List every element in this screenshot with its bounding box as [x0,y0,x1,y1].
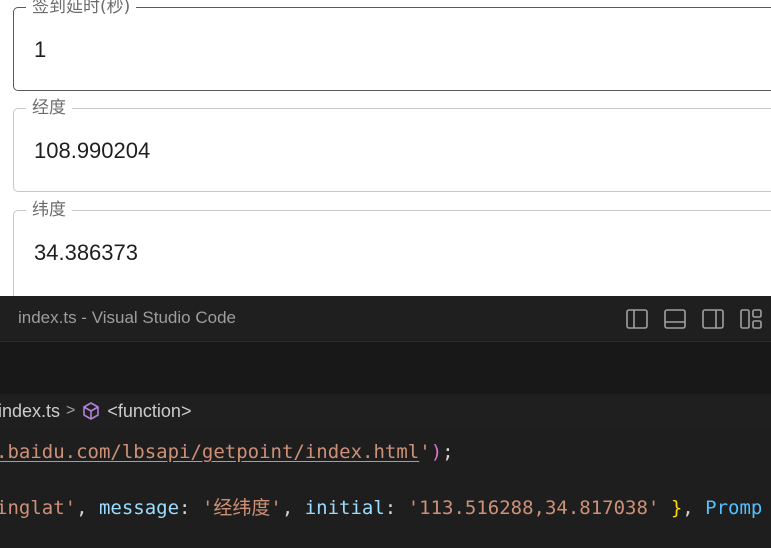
code-line: inglat', message: '经纬度', initial: '113.5… [0,494,762,522]
longitude-value[interactable]: 108.990204 [34,138,150,164]
code-token-colon: : [384,497,408,519]
latitude-field[interactable]: 纬度 34.386373 [13,200,771,296]
code-token-quote: ' [419,441,431,463]
breadcrumb: index.ts > <function> [0,394,771,428]
signin-delay-label: 签到延时(秒) [26,0,137,17]
customize-layout-icon[interactable] [739,307,763,331]
code-token-string: inglat' [0,497,77,519]
code-token-type: Promp [705,497,763,519]
layout-controls [625,307,763,331]
longitude-label: 经度 [26,98,72,118]
breadcrumb-separator: > [66,402,76,419]
vscode-window: index.ts - Visual Studio Code index.ts >… [0,296,771,548]
toggle-panel-icon[interactable] [663,307,687,331]
signin-delay-field[interactable]: 签到延时(秒) 1 [13,0,771,91]
symbol-method-icon [81,401,101,421]
code-token-comma: , [281,497,305,519]
code-token-brace: } [670,497,683,519]
longitude-field[interactable]: 经度 108.990204 [13,98,771,192]
window-title: index.ts - Visual Studio Code [18,308,236,327]
code-token-comma: , [682,497,706,519]
latitude-label: 纬度 [26,200,72,220]
breadcrumb-symbol[interactable]: <function> [107,401,191,422]
toggle-secondary-sidebar-icon[interactable] [701,307,725,331]
tab-bar [0,342,771,394]
code-token-string: '经纬度' [201,497,282,519]
code-token-url: .baidu.com/lbsapi/getpoint/index.html [0,441,420,463]
code-token-semicolon: ; [442,441,454,463]
code-token-comma: , [76,497,99,519]
breadcrumb-file[interactable]: index.ts [0,401,60,422]
code-token-colon: : [179,497,202,519]
code-token-key: message [98,497,180,519]
toggle-primary-sidebar-icon[interactable] [625,307,649,331]
code-token-string: '113.516288,34.817038' [407,497,660,519]
code-token-key: initial [304,497,385,519]
signin-delay-value[interactable]: 1 [34,37,46,63]
code-token-paren: ) [430,441,443,463]
code-editor[interactable]: .baidu.com/lbsapi/getpoint/index.html');… [0,428,771,548]
settings-form: 签到延时(秒) 1 经度 108.990204 纬度 34.386373 [0,0,771,296]
code-line: .baidu.com/lbsapi/getpoint/index.html'); [0,438,454,466]
title-bar[interactable]: index.ts - Visual Studio Code [0,296,771,342]
latitude-value[interactable]: 34.386373 [34,240,138,266]
